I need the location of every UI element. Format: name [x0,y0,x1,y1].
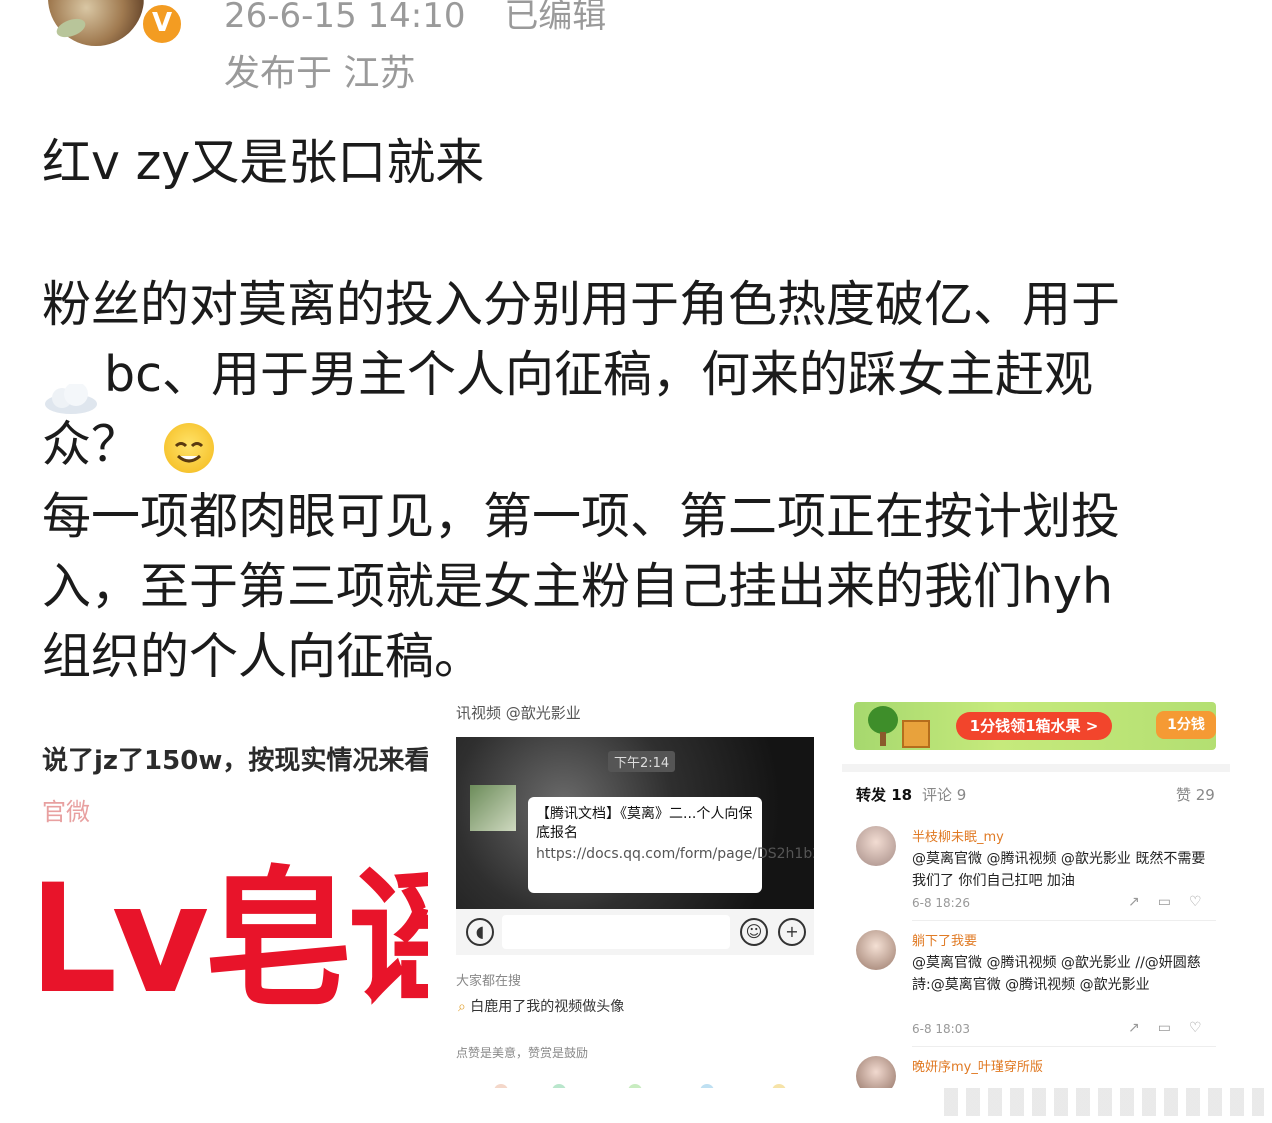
comment-text: @莫离官微 @腾讯视频 @歆光影业 既然不需要我们了 你们自己扛吧 加油 [912,851,1206,889]
like-count: 赞 29 [1176,786,1215,804]
post-location: 发布于 江苏 [224,53,416,94]
watermark [944,1088,1264,1116]
comment-time: 6-8 18:26 [912,896,970,910]
comment-author: 晚妍序my_叶瑾穿所版 [912,1060,1043,1075]
tree-icon [868,706,898,734]
chat-avatar [470,785,516,831]
share-icon: ↗ [1128,1020,1158,1036]
image-text: 大家都在搜 [456,974,522,989]
comment-avatar [856,930,896,970]
search-item: 白鹿用了我的视频做头像 [470,999,625,1015]
banner-button: 1分钱领1箱水果 > [956,712,1112,740]
comment-time: 6-8 18:03 [912,1022,970,1036]
tree-trunk [880,732,886,746]
banner-coin: 1分钱 [1156,711,1216,739]
image-headline: Lv皂谣 [42,853,428,1027]
post-image-2[interactable]: 讯视频 @歆光影业 下午2:14 【腾讯文档】《莫离》二...个人向保底报名 h… [452,700,816,1088]
comment-text: @莫离官微 @腾讯视频 @歆光影业 //@妍圆慈詩:@莫离官微 @腾讯视频 @歆… [912,955,1201,993]
comment-avatar [856,826,896,866]
share-icon: ↗ [1128,894,1158,910]
chat-input [502,915,730,949]
like-icon: ♡ [1188,1020,1220,1036]
reward-dot [494,1084,508,1088]
image-text: 说了jz了150w，按现实情况来看 [42,746,428,776]
post-text-line: 粉丝的对莫离的投入分别用于角色热度破亿、用于 [42,276,1121,333]
comment-actions: ↗▭♡ [1128,1020,1220,1036]
post-image-3[interactable]: 1分钱领1箱水果 > 1分钱 转发 18 评论 9 赞 29 半枝柳未眠_my … [842,700,1230,1088]
post-text-line: 红v zy又是张口就来 [42,134,485,191]
tab-comment: 评论 9 [922,786,967,804]
verified-badge-icon: V [140,2,184,46]
comment-author: 半枝柳未眠_my [912,830,1004,845]
shared-link-card: 【腾讯文档】《莫离》二...个人向保底报名 https://docs.qq.co… [528,797,814,893]
reply-icon: ▭ [1157,894,1189,910]
post-text-line: 组织的个人向征稿。 [42,628,484,685]
dizzy-face-icon [163,422,214,473]
reward-dot [700,1084,714,1088]
image-text: ⌕ 白鹿用了我的视频做头像 [458,996,624,1016]
post-text-line: 众？ [42,410,214,480]
divider [912,1046,1216,1047]
comment-actions: ↗▭♡ [1128,894,1220,910]
post-text-fragment: bc、用于男主个人向征稿，何来的踩女主赶观 [104,346,1094,403]
voice-icon: ◖ [466,918,494,946]
chat-screenshot: 下午2:14 【腾讯文档】《莫离》二...个人向保底报名 https://doc… [456,737,814,909]
post-text-line: 每一项都肉眼可见，第一项、第二项正在按计划投 [42,488,1121,545]
divider [842,764,1230,772]
comment-avatar [856,1056,896,1088]
cloud-icon [42,363,100,414]
comment-author: 躺下了我要 [912,934,978,949]
chat-time: 下午2:14 [608,751,676,772]
search-icon: ⌕ [458,999,471,1015]
post-text-line: 入，至于第三项就是女主粉自己挂出来的我们hyh [42,558,1114,615]
reward-dot [772,1084,786,1088]
post-text-line: bc、用于男主个人向征稿，何来的踩女主赶观 [42,340,1094,414]
plus-icon: + [778,918,806,946]
post-image-1[interactable]: 说了jz了150w，按现实情况来看 官微 Lv皂谣 [42,700,428,1088]
post-text-fragment: 众？ [42,416,141,473]
like-icon: ♡ [1188,894,1220,910]
reward-dot [552,1084,566,1088]
tab-repost: 转发 18 [856,786,913,804]
chat-input-bar: ◖ ☺ + [456,909,814,955]
link-card-url: https://docs.qq.com/form/page/DS2h1b2NGd… [536,846,814,862]
image-text: 讯视频 @歆光影业 [456,704,581,722]
edited-label: 已编辑 [504,0,607,36]
reply-icon: ▭ [1157,1020,1189,1036]
image-text: 点赞是美意，赞赏是鼓励 [456,1046,589,1060]
fruit-box-icon [902,720,930,748]
post-meta-time: 26-6-15 14:10 已编辑 [224,0,606,37]
emoji-icon: ☺ [740,918,768,946]
ad-banner: 1分钱领1箱水果 > 1分钱 [854,702,1216,750]
post-timestamp: 26-6-15 14:10 [224,0,466,36]
divider [912,920,1216,921]
link-card-title: 【腾讯文档】《莫离》二...个人向保底报名 [536,806,753,841]
reward-dot [628,1084,642,1088]
